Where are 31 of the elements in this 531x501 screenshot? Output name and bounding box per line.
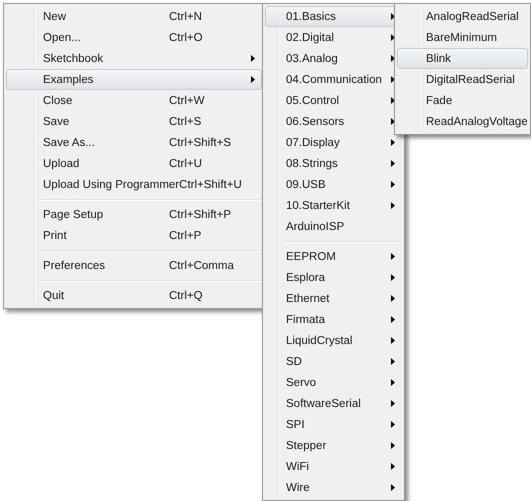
- menu-item[interactable]: Examples: [6, 69, 262, 90]
- menu-item[interactable]: Upload Ctrl+U: [6, 153, 262, 174]
- menu-item[interactable]: LiquidCrystal: [265, 330, 402, 351]
- menu-item[interactable]: SoftwareSerial: [265, 393, 402, 414]
- menu-item[interactable]: Close Ctrl+W: [6, 90, 262, 111]
- menu-item[interactable]: WiFi: [265, 456, 402, 477]
- menu-item[interactable]: Save Ctrl+S: [6, 111, 262, 132]
- menu-item[interactable]: Servo: [265, 372, 402, 393]
- menu-item[interactable]: Blink: [397, 48, 528, 69]
- menu-item[interactable]: New Ctrl+N: [6, 6, 262, 27]
- menu-item[interactable]: 10.StarterKit: [265, 195, 402, 216]
- menu-item[interactable]: Stepper: [265, 435, 402, 456]
- menu-item[interactable]: 08.Strings: [265, 153, 402, 174]
- menu-item[interactable]: Ethernet: [265, 288, 402, 309]
- menu-item[interactable]: SPI: [265, 414, 402, 435]
- menu-item[interactable]: Wire: [265, 477, 402, 498]
- menu-item[interactable]: Preferences Ctrl+Comma: [6, 255, 262, 276]
- menu-item[interactable]: Save As... Ctrl+Shift+S: [6, 132, 262, 153]
- menu-item[interactable]: Esplora: [265, 267, 402, 288]
- menu-item[interactable]: Upload Using ProgrammerCtrl+Shift+U: [6, 174, 262, 195]
- menu-item[interactable]: Quit Ctrl+Q: [6, 285, 262, 306]
- menu-item[interactable]: 07.Display: [265, 132, 402, 153]
- menu-item[interactable]: Page Setup Ctrl+Shift+P: [6, 204, 262, 225]
- menu-item[interactable]: Open... Ctrl+O: [6, 27, 262, 48]
- menu-item[interactable]: SD: [265, 351, 402, 372]
- menu-item[interactable]: ArduinoISP: [265, 216, 402, 237]
- menu-item[interactable]: 09.USB: [265, 174, 402, 195]
- menu-item[interactable]: Firmata: [265, 309, 402, 330]
- menu-item[interactable]: EEPROM: [265, 246, 402, 267]
- menu-item[interactable]: Print Ctrl+P: [6, 225, 262, 246]
- menu-item[interactable]: Sketchbook: [6, 48, 262, 69]
